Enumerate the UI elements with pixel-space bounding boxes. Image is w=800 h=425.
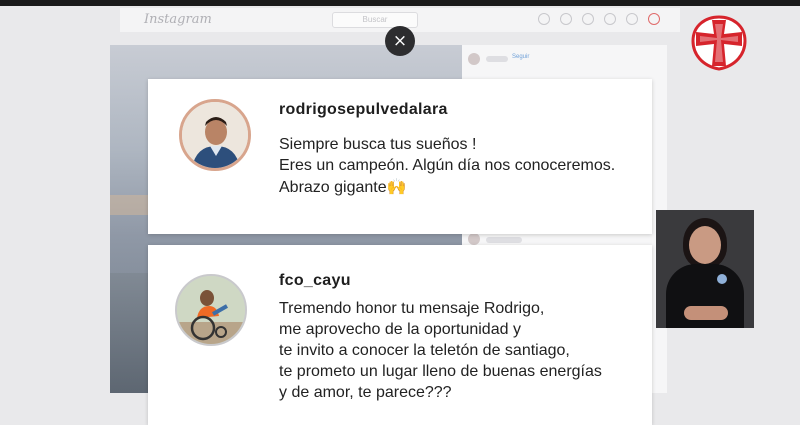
comment-line: Tremendo honor tu mensaje Rodrigo, xyxy=(279,300,545,317)
background-nav-icons xyxy=(538,13,660,25)
comment-line-text: Abrazo gigante xyxy=(279,179,387,196)
interpreter-face xyxy=(689,226,721,264)
direct-icon xyxy=(560,13,572,25)
background-panel-avatar xyxy=(468,233,480,245)
background-follow-link: Seguir xyxy=(512,54,530,60)
sign-language-interpreter-video xyxy=(656,210,754,328)
avatar xyxy=(179,99,251,171)
profile-photo-fco-cayu xyxy=(177,276,245,344)
background-panel-line xyxy=(486,237,522,243)
profile-photo-rodrigo xyxy=(182,102,248,168)
comment-line: me aprovecho de la oportunidad y xyxy=(279,321,521,338)
close-button[interactable]: × xyxy=(385,26,415,56)
raising-hands-emoji-icon: 🙌 xyxy=(386,177,407,196)
avatar xyxy=(175,274,247,346)
background-panel-line xyxy=(486,56,508,62)
interpreter-hands xyxy=(684,306,728,320)
heart-icon xyxy=(626,13,638,25)
comment-line: y de amor, te parece??? xyxy=(279,384,452,401)
explore-icon xyxy=(582,13,594,25)
interpreter-shirt-logo xyxy=(717,274,727,284)
channel-logo-icon xyxy=(691,15,747,71)
comment-line: Siempre busca tus sueños ! xyxy=(279,136,477,153)
comment-line: Eres un campeón. Algún día nos conocerem… xyxy=(279,157,616,174)
top-edge-bar xyxy=(0,0,800,6)
comment-text: Siempre busca tus sueños ! Eres un campe… xyxy=(279,134,615,198)
compass-icon xyxy=(604,13,616,25)
comment-text: Tremendo honor tu mensaje Rodrigo, me ap… xyxy=(279,298,602,403)
home-icon xyxy=(538,13,550,25)
close-icon: × xyxy=(392,31,408,51)
comment-line: Abrazo gigante🙌 xyxy=(279,176,615,198)
comment-card: rodrigosepulvedalara Siempre busca tus s… xyxy=(148,79,652,234)
comment-username[interactable]: rodrigosepulvedalara xyxy=(279,101,448,119)
profile-icon xyxy=(648,13,660,25)
comment-username[interactable]: fco_cayu xyxy=(279,272,351,290)
background-instagram-logo: Instagram xyxy=(144,12,212,27)
comment-line: te invito a conocer la teletón de santia… xyxy=(279,342,570,359)
background-search-box: Buscar xyxy=(332,12,418,28)
comment-card: fco_cayu Tremendo honor tu mensaje Rodri… xyxy=(148,245,652,425)
comment-line: te prometo un lugar lleno de buenas ener… xyxy=(279,363,602,380)
background-panel-avatar xyxy=(468,53,480,65)
